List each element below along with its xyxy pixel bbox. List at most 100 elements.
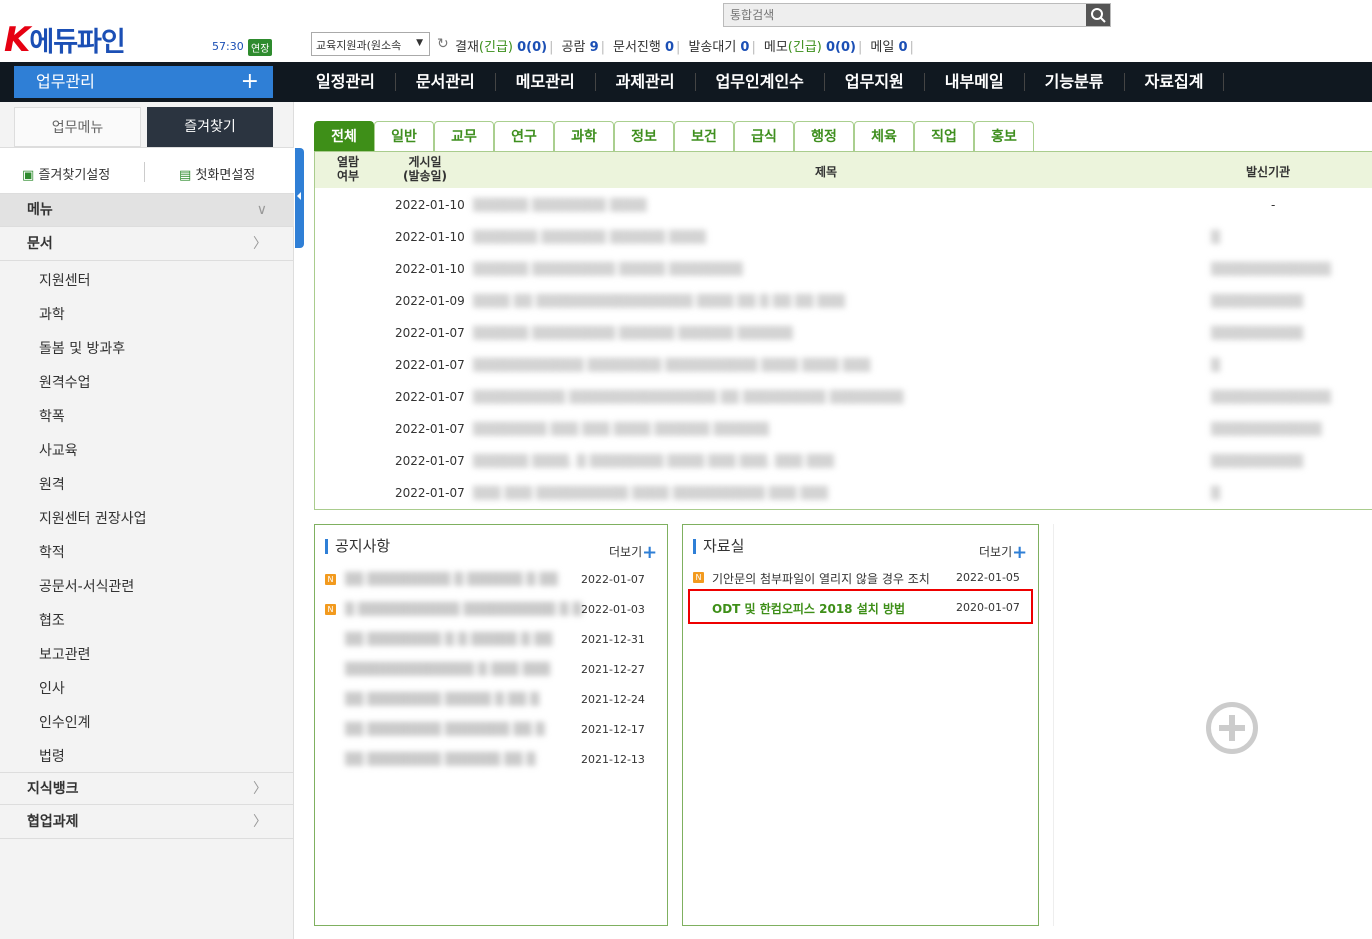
table-row[interactable]: 2022-01-07 ▒▒▒▒▒▒ ▒▒▒▒▒▒▒▒▒ ▒▒▒▒▒▒ ▒▒▒▒▒▒… [315,316,1372,348]
library-more-link[interactable]: 더보기+ [979,540,1027,563]
table-row[interactable]: 2022-01-10 ▒▒▒▒▒▒ ▒▒▒▒▒▒▒▒ ▒▒▒▒ - [315,188,1372,220]
tab-1[interactable]: 일반 [374,121,434,152]
sidebar-item[interactable]: 학폭 [39,406,65,426]
tab-9[interactable]: 체육 [854,121,914,152]
status-1[interactable]: 공람 9 | [562,40,614,55]
sidebar-item[interactable]: 공문서-서식관련 [39,576,134,596]
status-3[interactable]: 발송대기 0 | [688,40,763,55]
screen-icon: ▤ [179,168,192,183]
sidebar-collab-tasks[interactable]: 협업과제 〉 [0,806,294,839]
sidebar-item[interactable]: 원격 [39,474,65,494]
table-row[interactable]: 2022-01-10 ▒▒▒▒▒▒ ▒▒▒▒▒▒▒▒▒ ▒▒▒▒▒ ▒▒▒▒▒▒▒… [315,252,1372,284]
sidebar-menu-header[interactable]: 메뉴 ∨ [0,194,294,227]
status-separator: | [600,40,606,55]
sidebar-item[interactable]: 보고관련 [39,644,91,664]
favorites-settings-button[interactable]: ▣ 즐겨찾기설정 [22,164,110,183]
row-title[interactable]: ▒▒▒▒▒▒▒▒ ▒▒▒ ▒▒▒ ▒▒▒▒ ▒▒▒▒▒▒ ▒▒▒▒▒▒ [473,422,769,436]
tab-8[interactable]: 행정 [794,121,854,152]
first-screen-label: 첫화면설정 [195,168,256,183]
nav-item-4[interactable]: 업무인계인수 [696,73,825,91]
nav-item-0[interactable]: 일정관리 [296,73,396,91]
row-title[interactable]: ▒▒▒ ▒▒▒ ▒▒▒▒▒▒▒▒▒▒ ▒▒▒▒ ▒▒▒▒▒▒▒▒▒▒ ▒▒▒ ▒… [473,486,828,500]
search-icon [1091,8,1106,23]
notice-item-title[interactable]: ▒ ▒▒▒▒▒▒▒▒▒▒▒ ▒▒▒▒▒▒▒▒▒▒ ▒ ▒ [345,602,582,616]
row-title[interactable]: ▒▒▒▒▒▒▒ ▒▒▒▒▒▒▒ ▒▒▒▒▒▒ ▒▒▒▒ [473,230,706,244]
edufine-logo[interactable]: K에듀파인 [4,22,154,58]
add-widget-icon[interactable] [1206,702,1258,754]
library-item-title[interactable]: 기안문의 첨부파일이 열리지 않을 경우 조치 [712,570,930,587]
sidebar-item[interactable]: 돌봄 및 방과후 [39,338,125,358]
sidebar-item[interactable]: 원격수업 [39,372,91,392]
plus-icon[interactable]: + [241,66,259,98]
status-2[interactable]: 문서진행 0 | [613,40,688,55]
search-input[interactable] [724,4,1086,26]
search-button[interactable] [1086,4,1110,26]
notice-item-title[interactable]: ▒▒ ▒▒▒▒▒▒▒▒ ▒▒▒▒▒▒ ▒▒ ▒ [345,752,536,766]
nav-item-3[interactable]: 과제관리 [596,73,696,91]
tab-2[interactable]: 교무 [434,121,494,152]
sidebar-item[interactable]: 인사 [39,678,65,698]
nav-item-2[interactable]: 메모관리 [496,73,596,91]
table-row[interactable]: 2022-01-07 ▒▒▒▒▒▒ ▒▒▒▒. ▒ ▒▒▒▒▒▒▒▒ ▒▒▒▒ ▒… [315,444,1372,476]
tab-4[interactable]: 과학 [554,121,614,152]
tab-10[interactable]: 직업 [914,121,974,152]
sidebar-collapse-handle[interactable] [295,148,304,248]
notice-item-title[interactable]: ▒▒ ▒▒▒▒▒▒▒▒ ▒▒▒▒▒ ▒ ▒▒ ▒ [345,692,539,706]
status-5[interactable]: 메일 0 | [870,40,922,55]
sidebar-item[interactable]: 협조 [39,610,65,630]
row-title[interactable]: ▒▒▒▒▒▒ ▒▒▒▒. ▒ ▒▒▒▒▒▒▒▒ ▒▒▒▒ ▒▒▒ ▒▒▒. ▒▒… [473,454,834,468]
status-4[interactable]: 메모(긴급) 0(0) | [764,40,871,55]
tab-favorites[interactable]: 즐겨찾기 [147,107,273,147]
nav-item-1[interactable]: 문서관리 [396,73,496,91]
table-row[interactable]: 2022-01-07 ▒▒▒ ▒▒▒ ▒▒▒▒▒▒▒▒▒▒ ▒▒▒▒ ▒▒▒▒▒▒… [315,476,1372,508]
tab-11[interactable]: 홍보 [974,121,1034,152]
notice-item-title[interactable]: ▒▒▒▒▒▒▒▒▒▒▒▒▒▒ ▒ ▒▒▒ ▒▒▒ [345,662,550,676]
sidebar-item[interactable]: 인수인계 [39,712,91,732]
table-row[interactable]: 2022-01-10 ▒▒▒▒▒▒▒ ▒▒▒▒▒▒▒ ▒▒▒▒▒▒ ▒▒▒▒ ▒ [315,220,1372,252]
tab-work-menu[interactable]: 업무메뉴 [14,107,141,147]
first-screen-settings-button[interactable]: ▤ 첫화면설정 [179,164,255,183]
row-sender: ▒▒▒▒▒▒▒▒▒▒▒▒ [1211,422,1322,436]
tab-6[interactable]: 보건 [674,121,734,152]
table-row[interactable]: 2022-01-09 ▒▒▒▒ ▒▒ ▒▒▒▒▒▒▒▒▒▒▒▒▒▒▒▒▒ ▒▒▒▒… [315,284,1372,316]
row-date: 2022-01-07 [395,422,465,436]
refresh-icon[interactable]: ↻ [437,36,449,52]
row-title[interactable]: ▒▒▒▒ ▒▒ ▒▒▒▒▒▒▒▒▒▒▒▒▒▒▒▒▒ ▒▒▒▒ ▒▒ ▒ ▒▒ ▒… [473,294,845,308]
nav-item-5[interactable]: 업무지원 [825,73,925,91]
tab-5[interactable]: 정보 [614,121,674,152]
tab-3[interactable]: 연구 [494,121,554,152]
extend-session-button[interactable]: 연장 [248,39,273,56]
sidebar-knowledge-bank[interactable]: 지식뱅크 〉 [0,772,294,805]
notice-item-title[interactable]: ▒▒ ▒▒▒▒▒▒▒▒ ▒ ▒ ▒▒▒▒▒ ▒ ▒▒ [345,632,552,646]
sidebar-item[interactable]: 학적 [39,542,65,562]
dept-select[interactable]: 교육지원과(원소속 ▼ [311,32,430,56]
notice-more-link[interactable]: 더보기+ [609,540,657,563]
sidebar-item[interactable]: 과학 [39,304,65,324]
sidebar-item[interactable]: 지원센터 권장사업 [39,508,147,528]
tab-7[interactable]: 급식 [734,121,794,152]
row-title[interactable]: ▒▒▒▒▒▒ ▒▒▒▒▒▒▒▒ ▒▒▒▒ [473,198,647,212]
row-title[interactable]: ▒▒▒▒▒▒▒▒▒▒ ▒▒▒▒▒▒▒▒▒▒▒▒▒▒▒▒ ▒▒ ▒▒▒▒▒▒▒▒▒… [473,390,904,404]
row-title[interactable]: ▒▒▒▒▒▒ ▒▒▒▒▒▒▒▒▒ ▒▒▒▒▒ ▒▒▒▒▒▒▒▒ [473,262,743,276]
nav-item-7[interactable]: 기능분류 [1025,73,1125,91]
status-label: 문서진행 [613,40,661,55]
nav-item-6[interactable]: 내부메일 [925,73,1025,91]
sidebar-doc-header[interactable]: 문서 〉 [0,228,294,261]
table-row[interactable]: 2022-01-07 ▒▒▒▒▒▒▒▒▒▒▒▒ ▒▒▒▒▒▒▒▒ ▒▒▒▒▒▒▒▒… [315,348,1372,380]
tab-0[interactable]: 전체 [314,121,374,152]
sidebar-item[interactable]: 사교육 [39,440,78,460]
sidebar-item[interactable]: 지원센터 [39,270,91,290]
col-title: 제목 [815,165,838,179]
work-management-button[interactable]: 업무관리 + [14,66,273,98]
row-date: 2022-01-10 [395,230,465,244]
table-row[interactable]: 2022-01-07 ▒▒▒▒▒▒▒▒▒▒ ▒▒▒▒▒▒▒▒▒▒▒▒▒▒▒▒ ▒▒… [315,380,1372,412]
status-0[interactable]: 결재(긴급) 0(0) | [455,40,562,55]
sidebar-item[interactable]: 법령 [39,746,65,766]
notice-item-title[interactable]: ▒▒ ▒▒▒▒▒▒▒▒ ▒▒▒▒▒▒▒ ▒▒ ▒ [345,722,545,736]
table-row[interactable]: 2022-01-07 ▒▒▒▒▒▒▒▒ ▒▒▒ ▒▒▒ ▒▒▒▒ ▒▒▒▒▒▒ ▒… [315,412,1372,444]
library-item-date: 2022-01-05 [956,571,1020,584]
row-title[interactable]: ▒▒▒▒▒▒▒▒▒▒▒▒ ▒▒▒▒▒▒▒▒ ▒▒▒▒▒▒▒▒▒▒ ▒▒▒▒ ▒▒… [473,358,870,372]
nav-item-8[interactable]: 자료집계 [1125,73,1225,91]
row-title[interactable]: ▒▒▒▒▒▒ ▒▒▒▒▒▒▒▒▒ ▒▒▒▒▒▒ ▒▒▒▒▒▒ ▒▒▒▒▒▒ [473,326,793,340]
notice-item-title[interactable]: ▒▒ ▒▒▒▒▒▒▒▒▒ ▒ ▒▒▒▒▒▒ ▒ ▒▒ [345,572,558,586]
